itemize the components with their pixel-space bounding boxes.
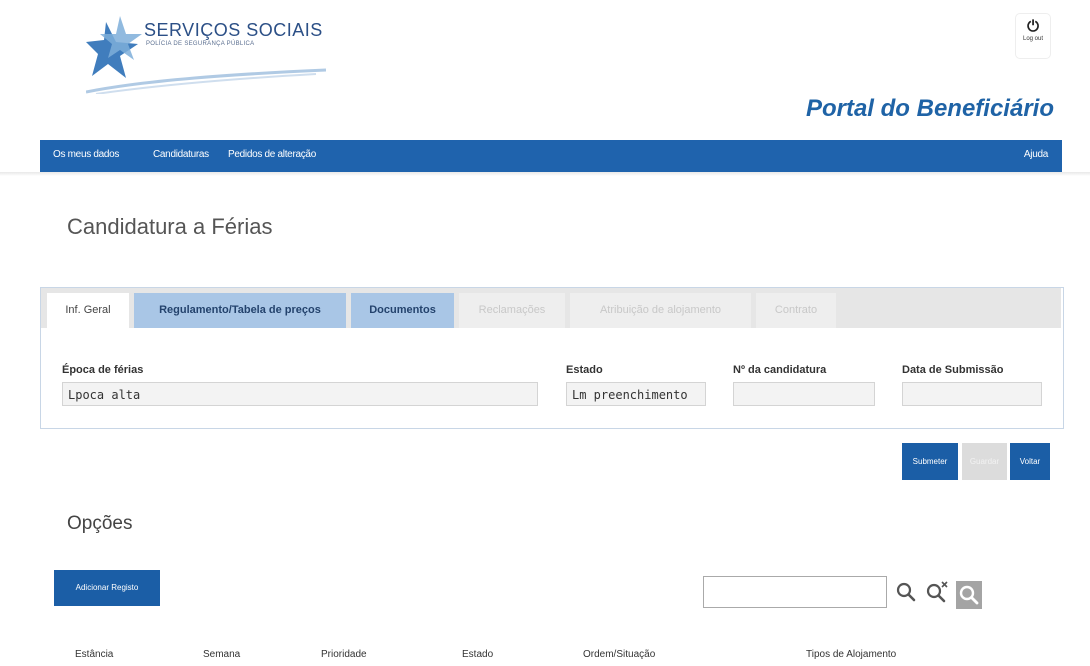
column-header-tipos-alojamento[interactable]: Tipos de Alojamento <box>806 649 896 660</box>
tab-regulamento[interactable]: Regulamento/Tabela de preços <box>134 293 346 328</box>
num-candidatura-field <box>733 382 875 406</box>
search-input[interactable] <box>708 578 882 608</box>
navbar-shadow <box>0 172 1090 176</box>
nav-item-ajuda[interactable]: Ajuda <box>1024 149 1048 160</box>
page-title: Candidatura a Férias <box>67 214 273 239</box>
column-header-semana[interactable]: Semana <box>203 649 240 660</box>
submeter-button[interactable]: Submeter <box>902 443 958 480</box>
logo-title: SERVIÇOS SOCIAIS <box>144 20 323 40</box>
logo-subtitle: POLÍCIA DE SEGURANÇA PÚBLICA <box>146 41 255 47</box>
power-icon: ⏻ <box>1027 18 1039 35</box>
data-submissao-label: Data de Submissão <box>902 364 1004 376</box>
column-header-estado[interactable]: Estado <box>462 649 493 660</box>
column-header-estancia[interactable]: Estância <box>75 649 113 660</box>
tab-reclamacoes: Reclamações <box>459 293 565 328</box>
estado-label: Estado <box>566 364 603 376</box>
num-candidatura-label: Nº da candidatura <box>733 364 827 376</box>
logout-button[interactable]: ⏻ Log out <box>1016 14 1050 58</box>
tab-documentos[interactable]: Documentos <box>351 293 454 328</box>
data-submissao-field <box>902 382 1042 406</box>
nav-item-os-meus-dados[interactable]: Os meus dados <box>53 149 119 160</box>
tab-contrato: Contrato <box>756 293 836 328</box>
clear-search-icon[interactable] <box>924 579 950 605</box>
epoca-label: Época de férias <box>62 364 144 376</box>
adicionar-registo-button[interactable]: Adicionar Registo <box>54 570 160 606</box>
epoca-field: Lpoca alta <box>62 382 538 406</box>
estado-field: Lm preenchimento <box>566 382 706 406</box>
opcoes-title: Opções <box>67 513 133 534</box>
guardar-button: Guardar <box>962 443 1007 480</box>
column-header-prioridade[interactable]: Prioridade <box>321 649 367 660</box>
tab-inf-geral[interactable]: Inf. Geral <box>47 293 129 328</box>
nav-item-pedidos-de-alteracao[interactable]: Pedidos de alteração <box>228 149 316 160</box>
search-icon[interactable] <box>893 579 919 605</box>
advanced-search-icon[interactable] <box>956 581 982 609</box>
tab-bar: Inf. Geral Regulamento/Tabela de preços … <box>41 288 1061 328</box>
voltar-button[interactable]: Voltar <box>1010 443 1050 480</box>
portal-title: Portal do Beneficiário <box>805 95 1054 122</box>
main-navbar: Os meus dados Candidaturas Pedidos de al… <box>40 140 1062 172</box>
tab-atribuicao-alojamento: Atribuição de alojamento <box>570 293 751 328</box>
logout-label: Log out <box>1022 36 1044 42</box>
nav-item-candidaturas[interactable]: Candidaturas <box>153 149 209 160</box>
column-header-ordem-situacao[interactable]: Ordem/Situação <box>583 649 655 660</box>
search-box <box>703 576 887 608</box>
